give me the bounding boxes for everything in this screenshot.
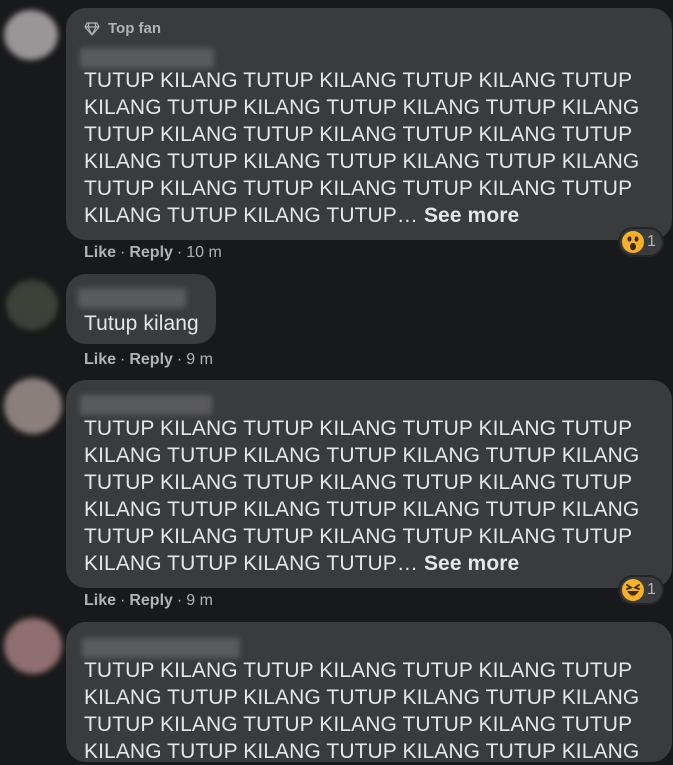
commenter-name[interactable] [82, 638, 240, 658]
comment-text-body: TUTUP KILANG TUTUP KILANG TUTUP KILANG T… [84, 69, 640, 227]
commenter-name[interactable] [78, 288, 186, 308]
diamond-icon [84, 21, 100, 36]
reaction-count: 1 [647, 233, 656, 250]
reply-button[interactable]: Reply [129, 244, 173, 262]
avatar[interactable] [4, 618, 62, 674]
separator: · [120, 351, 126, 368]
comment-actions: Like · Reply · 10 m [84, 244, 222, 262]
separator: · [176, 351, 183, 368]
commenter-name[interactable] [80, 395, 212, 415]
like-button[interactable]: Like [84, 351, 116, 369]
comment-text: TUTUP KILANG TUTUP KILANG TUTUP KILANG T… [84, 67, 639, 229]
timestamp[interactable]: 9 m [186, 351, 213, 369]
top-fan-label: Top fan [108, 20, 162, 37]
avatar[interactable] [4, 378, 62, 434]
comment-text: Tutup kilang [84, 312, 199, 335]
separator: · [120, 244, 126, 261]
comment-text: TUTUP KILANG TUTUP KILANG TUTUP KILANG T… [84, 415, 639, 577]
reply-button[interactable]: Reply [129, 592, 173, 610]
separator: · [176, 244, 183, 261]
top-fan-badge: Top fan [84, 20, 161, 37]
avatar[interactable] [6, 280, 58, 330]
commenter-name[interactable] [80, 48, 214, 68]
wow-emoji-icon [622, 231, 644, 253]
reaction-count: 1 [647, 581, 656, 598]
comment-actions: Like · Reply · 9 m [84, 592, 213, 610]
avatar[interactable] [4, 10, 58, 60]
timestamp[interactable]: 9 m [186, 592, 213, 610]
see-more-link[interactable]: See more [424, 552, 519, 575]
separator: · [120, 592, 126, 609]
comment-actions: Like · Reply · 9 m [84, 351, 213, 369]
separator: · [176, 592, 183, 609]
reply-button[interactable]: Reply [129, 351, 173, 369]
timestamp[interactable]: 10 m [186, 244, 222, 262]
like-button[interactable]: Like [84, 244, 116, 262]
comment-text-body: TUTUP KILANG TUTUP KILANG TUTUP KILANG T… [84, 417, 640, 575]
comment-text: TUTUP KILANG TUTUP KILANG TUTUP KILANG T… [84, 659, 640, 763]
reaction-summary[interactable]: 1 [620, 229, 662, 255]
haha-emoji-icon [622, 579, 644, 601]
reaction-summary[interactable]: 1 [620, 577, 662, 603]
like-button[interactable]: Like [84, 592, 116, 610]
see-more-link[interactable]: See more [424, 204, 519, 227]
